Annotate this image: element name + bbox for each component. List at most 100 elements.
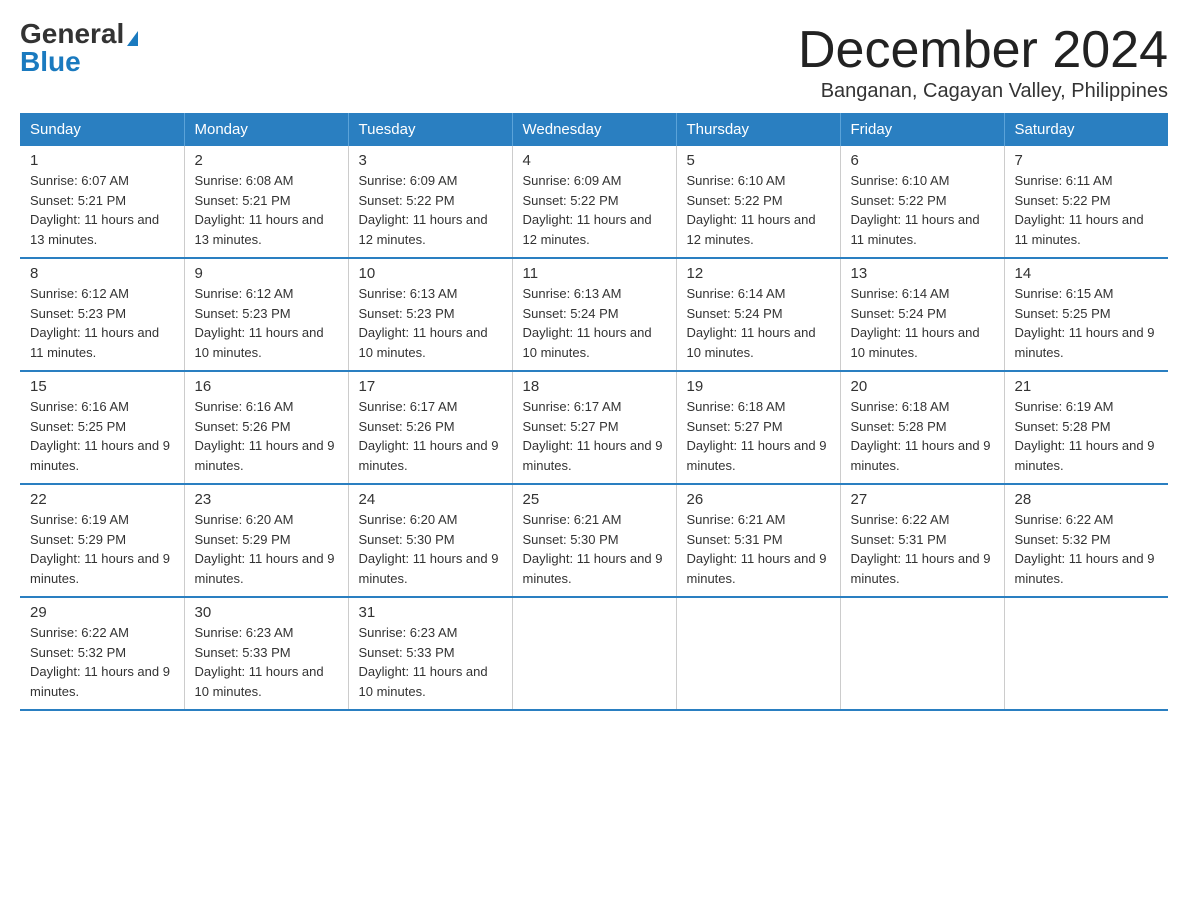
day-number: 3 <box>359 152 502 169</box>
day-info: Sunrise: 6:13 AMSunset: 5:24 PMDaylight:… <box>523 284 666 362</box>
day-cell: 5 Sunrise: 6:10 AMSunset: 5:22 PMDaylight… <box>676 146 840 258</box>
day-number: 27 <box>851 491 994 508</box>
day-info: Sunrise: 6:22 AMSunset: 5:32 PMDaylight:… <box>30 623 174 701</box>
day-cell: 16 Sunrise: 6:16 AMSunset: 5:26 PMDayligh… <box>184 371 348 484</box>
logo: General Blue <box>20 20 138 76</box>
day-number: 1 <box>30 152 174 169</box>
day-cell <box>676 597 840 710</box>
day-info: Sunrise: 6:07 AMSunset: 5:21 PMDaylight:… <box>30 171 174 249</box>
logo-top-row: General <box>20 20 138 48</box>
day-number: 23 <box>195 491 338 508</box>
day-cell: 28 Sunrise: 6:22 AMSunset: 5:32 PMDayligh… <box>1004 484 1168 597</box>
page-header: General Blue December 2024 Banganan, Cag… <box>20 20 1168 103</box>
day-number: 16 <box>195 378 338 395</box>
day-info: Sunrise: 6:22 AMSunset: 5:32 PMDaylight:… <box>1015 510 1159 588</box>
day-info: Sunrise: 6:15 AMSunset: 5:25 PMDaylight:… <box>1015 284 1159 362</box>
day-info: Sunrise: 6:14 AMSunset: 5:24 PMDaylight:… <box>687 284 830 362</box>
day-cell: 19Sunrise: 6:18 AMSunset: 5:27 PMDayligh… <box>676 371 840 484</box>
day-cell: 21 Sunrise: 6:19 AMSunset: 5:28 PMDayligh… <box>1004 371 1168 484</box>
day-cell: 1 Sunrise: 6:07 AMSunset: 5:21 PMDaylight… <box>20 146 184 258</box>
day-cell <box>1004 597 1168 710</box>
day-cell: 12 Sunrise: 6:14 AMSunset: 5:24 PMDayligh… <box>676 258 840 371</box>
day-number: 17 <box>359 378 502 395</box>
day-cell: 20Sunrise: 6:18 AMSunset: 5:28 PMDayligh… <box>840 371 1004 484</box>
day-info: Sunrise: 6:12 AMSunset: 5:23 PMDaylight:… <box>30 284 174 362</box>
day-cell: 14 Sunrise: 6:15 AMSunset: 5:25 PMDayligh… <box>1004 258 1168 371</box>
day-info: Sunrise: 6:18 AMSunset: 5:27 PMDaylight:… <box>687 397 830 475</box>
day-cell: 8 Sunrise: 6:12 AMSunset: 5:23 PMDaylight… <box>20 258 184 371</box>
day-info: Sunrise: 6:21 AMSunset: 5:30 PMDaylight:… <box>523 510 666 588</box>
day-cell: 24 Sunrise: 6:20 AMSunset: 5:30 PMDayligh… <box>348 484 512 597</box>
day-number: 24 <box>359 491 502 508</box>
day-number: 31 <box>359 604 502 621</box>
day-cell: 18Sunrise: 6:17 AMSunset: 5:27 PMDayligh… <box>512 371 676 484</box>
day-number: 8 <box>30 265 174 282</box>
day-info: Sunrise: 6:20 AMSunset: 5:30 PMDaylight:… <box>359 510 502 588</box>
day-number: 11 <box>523 265 666 282</box>
day-number: 9 <box>195 265 338 282</box>
location: Banganan, Cagayan Valley, Philippines <box>798 80 1168 103</box>
day-info: Sunrise: 6:13 AMSunset: 5:23 PMDaylight:… <box>359 284 502 362</box>
day-number: 26 <box>687 491 830 508</box>
day-info: Sunrise: 6:12 AMSunset: 5:23 PMDaylight:… <box>195 284 338 362</box>
day-info: Sunrise: 6:16 AMSunset: 5:26 PMDaylight:… <box>195 397 338 475</box>
title-section: December 2024 Banganan, Cagayan Valley, … <box>798 20 1168 103</box>
calendar-table: SundayMondayTuesdayWednesdayThursdayFrid… <box>20 113 1168 711</box>
week-row-4: 22 Sunrise: 6:19 AMSunset: 5:29 PMDayligh… <box>20 484 1168 597</box>
day-cell: 27 Sunrise: 6:22 AMSunset: 5:31 PMDayligh… <box>840 484 1004 597</box>
day-cell: 25 Sunrise: 6:21 AMSunset: 5:30 PMDayligh… <box>512 484 676 597</box>
day-number: 10 <box>359 265 502 282</box>
day-cell: 22 Sunrise: 6:19 AMSunset: 5:29 PMDayligh… <box>20 484 184 597</box>
day-number: 28 <box>1015 491 1159 508</box>
header-friday: Friday <box>840 113 1004 146</box>
header-wednesday: Wednesday <box>512 113 676 146</box>
day-info: Sunrise: 6:22 AMSunset: 5:31 PMDaylight:… <box>851 510 994 588</box>
day-info: Sunrise: 6:19 AMSunset: 5:29 PMDaylight:… <box>30 510 174 588</box>
day-number: 30 <box>195 604 338 621</box>
day-info: Sunrise: 6:17 AMSunset: 5:26 PMDaylight:… <box>359 397 502 475</box>
logo-blue-text: Blue <box>20 46 81 77</box>
day-cell: 7Sunrise: 6:11 AMSunset: 5:22 PMDaylight… <box>1004 146 1168 258</box>
day-info: Sunrise: 6:09 AMSunset: 5:22 PMDaylight:… <box>523 171 666 249</box>
day-cell: 31 Sunrise: 6:23 AMSunset: 5:33 PMDayligh… <box>348 597 512 710</box>
day-info: Sunrise: 6:23 AMSunset: 5:33 PMDaylight:… <box>195 623 338 701</box>
day-number: 21 <box>1015 378 1159 395</box>
day-cell: 9 Sunrise: 6:12 AMSunset: 5:23 PMDaylight… <box>184 258 348 371</box>
day-number: 18 <box>523 378 666 395</box>
day-cell: 13Sunrise: 6:14 AMSunset: 5:24 PMDayligh… <box>840 258 1004 371</box>
week-row-3: 15 Sunrise: 6:16 AMSunset: 5:25 PMDayligh… <box>20 371 1168 484</box>
day-info: Sunrise: 6:16 AMSunset: 5:25 PMDaylight:… <box>30 397 174 475</box>
day-number: 22 <box>30 491 174 508</box>
day-cell: 3 Sunrise: 6:09 AMSunset: 5:22 PMDaylight… <box>348 146 512 258</box>
day-cell: 15 Sunrise: 6:16 AMSunset: 5:25 PMDayligh… <box>20 371 184 484</box>
day-number: 14 <box>1015 265 1159 282</box>
day-cell <box>840 597 1004 710</box>
day-cell: 4 Sunrise: 6:09 AMSunset: 5:22 PMDaylight… <box>512 146 676 258</box>
day-info: Sunrise: 6:10 AMSunset: 5:22 PMDaylight:… <box>687 171 830 249</box>
day-number: 12 <box>687 265 830 282</box>
day-number: 15 <box>30 378 174 395</box>
day-cell: 6Sunrise: 6:10 AMSunset: 5:22 PMDaylight… <box>840 146 1004 258</box>
day-info: Sunrise: 6:21 AMSunset: 5:31 PMDaylight:… <box>687 510 830 588</box>
day-cell: 23 Sunrise: 6:20 AMSunset: 5:29 PMDayligh… <box>184 484 348 597</box>
day-number: 25 <box>523 491 666 508</box>
day-info: Sunrise: 6:20 AMSunset: 5:29 PMDaylight:… <box>195 510 338 588</box>
logo-bottom-row: Blue <box>20 48 81 76</box>
day-info: Sunrise: 6:10 AMSunset: 5:22 PMDaylight:… <box>851 171 994 249</box>
day-info: Sunrise: 6:19 AMSunset: 5:28 PMDaylight:… <box>1015 397 1159 475</box>
day-info: Sunrise: 6:09 AMSunset: 5:22 PMDaylight:… <box>359 171 502 249</box>
day-number: 5 <box>687 152 830 169</box>
day-number: 29 <box>30 604 174 621</box>
day-info: Sunrise: 6:23 AMSunset: 5:33 PMDaylight:… <box>359 623 502 701</box>
day-cell: 2 Sunrise: 6:08 AMSunset: 5:21 PMDaylight… <box>184 146 348 258</box>
header-monday: Monday <box>184 113 348 146</box>
day-cell: 26 Sunrise: 6:21 AMSunset: 5:31 PMDayligh… <box>676 484 840 597</box>
day-info: Sunrise: 6:08 AMSunset: 5:21 PMDaylight:… <box>195 171 338 249</box>
header-thursday: Thursday <box>676 113 840 146</box>
day-number: 4 <box>523 152 666 169</box>
day-cell <box>512 597 676 710</box>
day-info: Sunrise: 6:11 AMSunset: 5:22 PMDaylight:… <box>1015 171 1159 249</box>
day-cell: 11 Sunrise: 6:13 AMSunset: 5:24 PMDayligh… <box>512 258 676 371</box>
day-number: 2 <box>195 152 338 169</box>
header-sunday: Sunday <box>20 113 184 146</box>
